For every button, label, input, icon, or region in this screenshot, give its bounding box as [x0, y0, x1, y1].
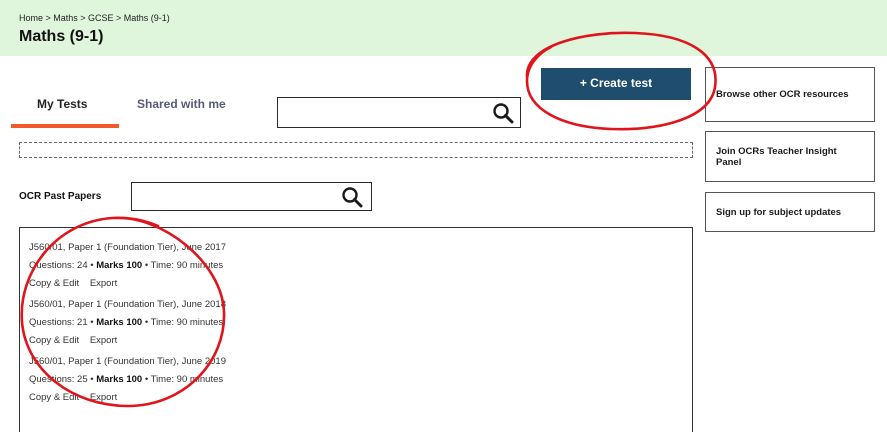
- tab-shared-with-me[interactable]: Shared with me: [137, 97, 226, 111]
- paper-meta: Questions: 25 • Marks 100 • Time: 90 min…: [29, 374, 226, 386]
- paper-actions: Copy & Edit Export: [29, 335, 226, 347]
- list-item: J560/01, Paper 1 (Foundation Tier), June…: [29, 299, 226, 347]
- list-item: J560/01, Paper 1 (Foundation Tier), June…: [29, 356, 226, 404]
- sidebar-subject-updates[interactable]: Sign up for subject updates: [705, 192, 875, 232]
- paper-marks: Marks 100: [96, 260, 143, 271]
- paper-questions: Questions: 24 •: [29, 260, 94, 271]
- search-icon[interactable]: [341, 186, 363, 208]
- tests-search-input[interactable]: [277, 97, 521, 128]
- past-papers-results: J560/01, Paper 1 (Foundation Tier), June…: [19, 227, 693, 432]
- paper-meta: Questions: 21 • Marks 100 • Time: 90 min…: [29, 317, 226, 329]
- page-title: Maths (9-1): [19, 28, 104, 45]
- paper-title[interactable]: J560/01, Paper 1 (Foundation Tier), June…: [29, 242, 226, 254]
- dashed-placeholder-area: [19, 142, 693, 158]
- paper-time: • Time: 90 minutes: [144, 374, 224, 385]
- paper-actions: Copy & Edit Export: [29, 392, 226, 404]
- export-link[interactable]: Export: [90, 278, 117, 289]
- paper-time: • Time: 90 minutes: [144, 260, 224, 271]
- page-header: Home > Maths > GCSE > Maths (9-1) Maths …: [0, 0, 887, 56]
- export-link[interactable]: Export: [90, 335, 117, 346]
- copy-edit-link[interactable]: Copy & Edit: [29, 278, 79, 289]
- sidebar-teacher-insight-panel[interactable]: Join OCRs Teacher Insight Panel: [705, 131, 875, 182]
- paper-title[interactable]: J560/01, Paper 1 (Foundation Tier), June…: [29, 299, 226, 311]
- tab-my-tests[interactable]: My Tests: [37, 97, 87, 111]
- paper-marks: Marks 100: [96, 317, 143, 328]
- sidebar-browse-resources[interactable]: Browse other OCR resources: [705, 67, 875, 122]
- copy-edit-link[interactable]: Copy & Edit: [29, 335, 79, 346]
- copy-edit-link[interactable]: Copy & Edit: [29, 392, 79, 403]
- paper-actions: Copy & Edit Export: [29, 278, 226, 290]
- paper-time: • Time: 90 minutes: [144, 317, 224, 328]
- paper-meta: Questions: 24 • Marks 100 • Time: 90 min…: [29, 260, 226, 272]
- breadcrumb: Home > Maths > GCSE > Maths (9-1): [19, 13, 170, 23]
- list-item: J560/01, Paper 1 (Foundation Tier), June…: [29, 242, 226, 290]
- active-tab-indicator: [11, 124, 119, 128]
- paper-title[interactable]: J560/01, Paper 1 (Foundation Tier), June…: [29, 356, 226, 368]
- paper-questions: Questions: 25 •: [29, 374, 94, 385]
- create-test-button[interactable]: + Create test: [541, 68, 691, 100]
- search-icon[interactable]: [492, 102, 514, 124]
- export-link[interactable]: Export: [90, 392, 117, 403]
- paper-questions: Questions: 21 •: [29, 317, 94, 328]
- past-papers-label: OCR Past Papers: [19, 191, 102, 202]
- past-papers-search-input[interactable]: [131, 182, 372, 211]
- paper-marks: Marks 100: [96, 374, 143, 385]
